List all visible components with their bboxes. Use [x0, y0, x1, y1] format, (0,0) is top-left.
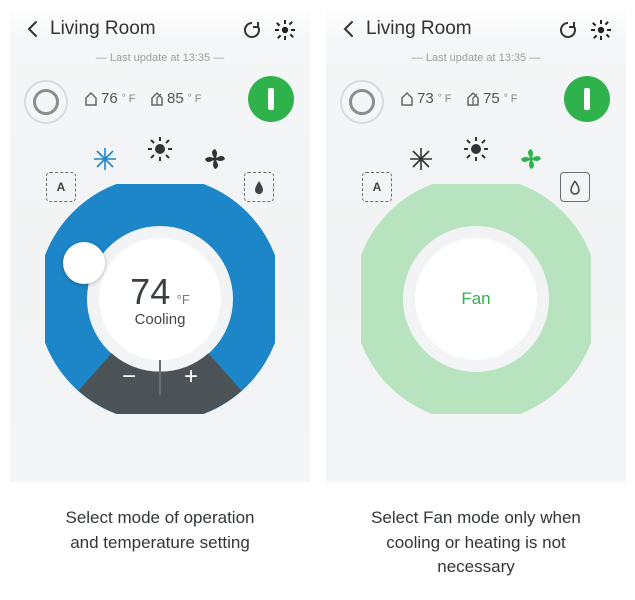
current-mode-label: Fan [461, 289, 490, 309]
power-button[interactable] [248, 76, 294, 122]
degree-symbol: ° [504, 93, 508, 104]
back-icon[interactable] [340, 20, 358, 38]
current-mode-label: Cooling [135, 311, 186, 328]
power-button[interactable] [564, 76, 610, 122]
mode-fan[interactable] [200, 144, 230, 174]
outdoor-temp: 85 °F [150, 90, 201, 107]
indoor-temp: 76 °F [84, 90, 135, 107]
app-header: Living Room [326, 6, 626, 52]
status-row: 76 °F 85 °F [10, 74, 310, 128]
outdoor-temp: 75 °F [466, 90, 517, 107]
degree-symbol: ° [188, 93, 192, 104]
caption-left: Select mode of operationand temperature … [10, 506, 310, 555]
settings-icon[interactable] [274, 19, 296, 41]
temperature-dial[interactable]: − + 74 °F Cooling [45, 184, 275, 414]
back-icon[interactable] [24, 20, 42, 38]
last-update-label: — Last update at 13:35 — [10, 52, 310, 64]
indoor-temp-value: 73 [417, 90, 434, 107]
temp-unit: F [445, 93, 452, 105]
room-title: Living Room [366, 18, 472, 40]
indoor-temp-value: 76 [101, 90, 118, 107]
temp-unit: F [182, 292, 190, 307]
home-out-icon [150, 91, 164, 107]
status-row: 73 °F 75 °F [326, 74, 626, 128]
mode-heat[interactable] [145, 134, 175, 164]
fan-dial[interactable]: Fan [361, 184, 591, 414]
refresh-icon[interactable] [558, 20, 578, 40]
temp-unit: F [195, 93, 202, 105]
refresh-icon[interactable] [242, 20, 262, 40]
home-icon [84, 91, 98, 107]
mode-cool[interactable] [406, 144, 436, 174]
outdoor-temp-value: 85 [167, 90, 184, 107]
indoor-temp: 73 °F [400, 90, 451, 107]
dial-center: 74 °F Cooling [99, 238, 221, 360]
app-header: Living Room [10, 6, 310, 52]
home-out-icon [466, 91, 480, 107]
set-temp-value: 74 [130, 271, 170, 312]
mode-fan[interactable] [516, 144, 546, 174]
plus-button: + [184, 363, 198, 390]
home-icon [400, 91, 414, 107]
outdoor-temp-value: 75 [483, 90, 500, 107]
dial-knob[interactable] [63, 242, 105, 284]
minus-button: − [122, 363, 136, 390]
dial-center: Fan [415, 238, 537, 360]
caption-right: Select Fan mode only whencooling or heat… [326, 506, 626, 580]
room-title: Living Room [50, 18, 156, 40]
mode-heat[interactable] [461, 134, 491, 164]
device-status-ring[interactable] [24, 80, 68, 124]
mode-cool[interactable] [90, 144, 120, 174]
settings-icon[interactable] [590, 19, 612, 41]
screenshot-cooling: Living Room — Last update at 13:35 — 76 … [10, 6, 310, 482]
degree-symbol: ° [122, 93, 126, 104]
degree-symbol: ° [438, 93, 442, 104]
screenshot-fan: Living Room — Last update at 13:35 — 73 … [326, 6, 626, 482]
last-update-label: — Last update at 13:35 — [326, 52, 626, 64]
temp-unit: F [511, 93, 518, 105]
device-status-ring[interactable] [340, 80, 384, 124]
temp-unit: F [129, 93, 136, 105]
